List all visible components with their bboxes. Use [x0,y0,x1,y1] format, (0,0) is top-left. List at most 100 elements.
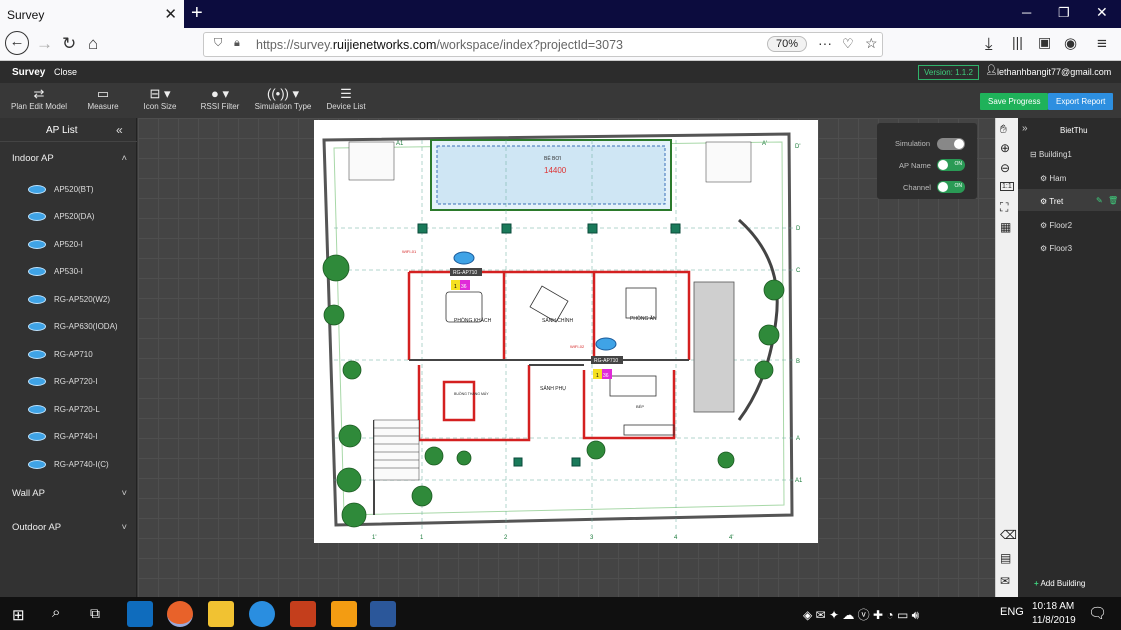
ap-item[interactable]: RG-AP740-I(C) [28,456,109,472]
hand-pan-icon[interactable]: ✋︎ [1000,122,1007,137]
forward-icon[interactable]: → [36,34,53,54]
ap-item[interactable]: RG-AP520(W2) [28,291,110,307]
bookmark-star-icon[interactable]: ☆ [865,35,878,52]
ap-item[interactable]: AP520(BT) [28,181,94,197]
minimize-icon[interactable]: ─ [1022,5,1031,20]
ap-item[interactable]: RG-AP630(IODA) [28,318,118,334]
search-icon[interactable]: ⌕ [52,604,60,621]
home-icon[interactable]: ⌂ [88,34,98,54]
report-icon[interactable]: ▤ [1000,551,1011,565]
url-bar[interactable]: ⛉ 🔒︎ https://survey.ruijienetworks.com/w… [203,32,883,57]
outdoor-ap-section[interactable]: Outdoor AP ˅ [12,522,127,533]
trash-icon[interactable]: 🗑︎ [1108,196,1118,205]
close-tab-icon[interactable]: ✕ [164,5,177,23]
powerpoint-icon[interactable] [290,601,316,627]
clock-date[interactable]: 11/8/2019 [1032,615,1076,626]
word-icon[interactable] [370,601,396,627]
simulation-panel: Simulation AP Name ON Channel ON [877,123,977,199]
ap-item[interactable]: RG-AP720-L [28,401,100,417]
placed-ap-2[interactable]: RG-AP710 1 36 [591,337,623,379]
ap-device-icon [28,294,46,304]
device-list-tool[interactable]: ☰ Device List [326,85,366,111]
placed-ap-1[interactable]: RG-AP710 1 36 [450,251,482,290]
export-report-button[interactable]: Export Report [1048,93,1114,110]
svg-text:A': A' [762,141,767,147]
browser-tab[interactable]: Survey ✕ [0,0,184,28]
room-label: SẢNH PHỤ [540,385,566,392]
eraser-icon[interactable]: ⌫ [1000,528,1017,542]
simulation-toggle[interactable] [937,138,965,150]
channel-toggle[interactable]: ON [937,181,965,193]
fit-screen-icon[interactable]: ⛶ [1000,200,1008,215]
edit-icon[interactable]: ✎ [1096,196,1103,205]
svg-text:D': D' [795,144,800,150]
language-indicator[interactable]: ENG [1000,606,1024,618]
menu-icon[interactable]: ≡ [1097,34,1107,54]
floor-item-selected[interactable]: ⚙︎ Tret ✎ 🗑︎ [1018,189,1121,211]
restore-icon[interactable]: ❐ [1058,5,1070,21]
clock-time[interactable]: 10:18 AM [1032,601,1074,612]
more-actions-icon[interactable]: ··· [818,35,832,51]
swap-arrows-icon: ⇄ [33,86,45,101]
download-icon[interactable]: ⤓ [985,34,993,54]
svg-text:1: 1 [454,284,457,290]
svg-text:C: C [796,268,801,274]
task-view-icon[interactable]: ⧉ [90,605,100,622]
wifi-label: WIFI-02 [570,344,585,349]
windows-start-icon[interactable]: ⊞ [12,606,25,624]
library-icon[interactable]: ||| [1012,34,1023,50]
outlook-icon[interactable] [127,601,153,627]
close-window-icon[interactable]: ✕ [1096,4,1108,21]
measure-tool[interactable]: ▭ Measure [84,85,122,111]
expand-panel-icon[interactable]: » [1022,123,1028,134]
account-icon[interactable]: ◉ [1064,34,1077,52]
zalo-icon[interactable] [249,601,275,627]
close-link[interactable]: Close [54,67,77,77]
save-progress-button[interactable]: Save Progress [980,93,1049,110]
mail-icon[interactable]: ✉ [1000,574,1010,588]
ap-item[interactable]: RG-AP720-I [28,373,98,389]
back-icon[interactable]: ← [5,31,29,55]
zoom-badge[interactable]: 70% [767,36,808,52]
icon-size-tool[interactable]: ⊟ ▾ Icon Size [138,85,182,111]
user-email[interactable]: lethanhbangit77@gmail.com [997,67,1111,77]
building-node[interactable]: ⊟ Building1 [1018,142,1121,164]
reload-icon[interactable]: ↻ [62,34,76,54]
app-icon[interactable] [331,601,357,627]
sidebar-icon[interactable]: ▣ [1038,34,1051,51]
floor-item[interactable]: ⚙︎ Ham [1018,166,1121,188]
new-tab-icon[interactable]: + [191,2,203,25]
wall-ap-section[interactable]: Wall AP ˅ [12,488,127,499]
ap-item[interactable]: AP530-I [28,263,83,279]
notification-icon[interactable]: 🗨︎ [1088,604,1107,622]
file-explorer-icon[interactable] [208,601,234,627]
floor-item[interactable]: ⚙︎ Floor3 [1018,236,1121,258]
ap-item[interactable]: AP520-I [28,236,83,252]
floor-plan-image[interactable]: BỂ BƠI 14400 PHÒNG KHÁCH SẢNH CHÍNH PHÒN… [314,120,818,543]
shield-icon[interactable]: ⛉ [214,37,222,50]
pocket-icon[interactable]: ♡ [842,36,854,52]
collapse-square-icon[interactable]: ⊟ [1030,150,1037,159]
simulation-type-tool[interactable]: ((•)) ▾ Simulation Type [254,85,312,111]
ap-device-icon [28,239,46,249]
tray-icons[interactable]: ◈ ✉ ✦ ☁ ⓥ ✚ ◔ ▭ 🔊︎ [803,606,919,623]
zoom-in-icon[interactable]: ⊕ [1000,141,1010,155]
signal-icon: ((•)) ▾ [266,86,299,101]
zoom-out-icon[interactable]: ⊖ [1000,161,1010,175]
floor-plan-canvas[interactable]: BỂ BƠI 14400 PHÒNG KHÁCH SẢNH CHÍNH PHÒN… [138,118,995,597]
grid-pattern-icon[interactable]: ▦ [1000,220,1011,234]
indoor-ap-section[interactable]: Indoor AP ˄ [12,153,127,164]
rssi-filter-tool[interactable]: ● ▾ RSSI Filter [200,85,240,111]
lock-icon[interactable]: 🔒︎ [234,37,240,50]
floor-item[interactable]: ⚙︎ Floor2 [1018,213,1121,235]
ap-item[interactable]: RG-AP710 [28,346,93,362]
actual-size-icon[interactable]: 1:1 [1000,182,1014,191]
ap-name-toggle[interactable]: ON [937,159,965,171]
ap-item[interactable]: AP520(DA) [28,208,94,224]
firefox-icon[interactable] [167,601,193,627]
plan-edit-tool[interactable]: ⇄ Plan Edit Model [10,85,68,111]
project-name: BietThu [1060,126,1088,135]
collapse-panel-icon[interactable]: « [116,123,123,137]
ap-item[interactable]: RG-AP740-I [28,428,98,444]
add-building-button[interactable]: + Add Building [1034,579,1085,588]
